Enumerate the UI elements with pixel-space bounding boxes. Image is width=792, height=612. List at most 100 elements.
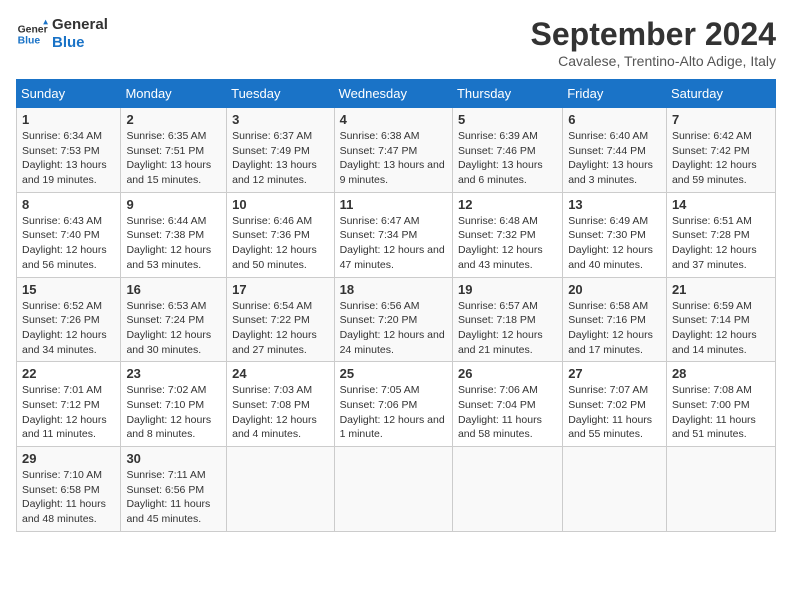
day-number: 27 <box>568 366 661 381</box>
calendar-week-5: 29 Sunrise: 7:10 AMSunset: 6:58 PMDaylig… <box>17 447 776 532</box>
cell-info: Sunrise: 7:08 AMSunset: 7:00 PMDaylight:… <box>672 384 756 440</box>
calendar-cell: 29 Sunrise: 7:10 AMSunset: 6:58 PMDaylig… <box>17 447 121 532</box>
day-number: 9 <box>126 197 221 212</box>
svg-text:Blue: Blue <box>18 36 41 47</box>
calendar-cell: 25 Sunrise: 7:05 AMSunset: 7:06 PMDaylig… <box>334 362 452 447</box>
calendar-cell <box>227 447 334 532</box>
cell-info: Sunrise: 7:07 AMSunset: 7:02 PMDaylight:… <box>568 384 652 440</box>
cell-info: Sunrise: 6:59 AMSunset: 7:14 PMDaylight:… <box>672 300 757 356</box>
calendar-cell: 28 Sunrise: 7:08 AMSunset: 7:00 PMDaylig… <box>666 362 775 447</box>
day-number: 25 <box>340 366 447 381</box>
calendar-week-3: 15 Sunrise: 6:52 AMSunset: 7:26 PMDaylig… <box>17 277 776 362</box>
calendar-cell <box>452 447 562 532</box>
cell-info: Sunrise: 6:53 AMSunset: 7:24 PMDaylight:… <box>126 300 211 356</box>
cell-info: Sunrise: 6:44 AMSunset: 7:38 PMDaylight:… <box>126 215 211 271</box>
calendar-cell <box>666 447 775 532</box>
calendar-cell: 16 Sunrise: 6:53 AMSunset: 7:24 PMDaylig… <box>121 277 227 362</box>
cell-info: Sunrise: 6:49 AMSunset: 7:30 PMDaylight:… <box>568 215 653 271</box>
calendar-cell: 22 Sunrise: 7:01 AMSunset: 7:12 PMDaylig… <box>17 362 121 447</box>
calendar-cell: 17 Sunrise: 6:54 AMSunset: 7:22 PMDaylig… <box>227 277 334 362</box>
cell-info: Sunrise: 7:11 AMSunset: 6:56 PMDaylight:… <box>126 469 210 525</box>
logo-text: General Blue <box>52 16 108 52</box>
day-number: 20 <box>568 282 661 297</box>
calendar-cell: 7 Sunrise: 6:42 AMSunset: 7:42 PMDayligh… <box>666 108 775 193</box>
calendar-cell: 14 Sunrise: 6:51 AMSunset: 7:28 PMDaylig… <box>666 192 775 277</box>
header-tuesday: Tuesday <box>227 80 334 108</box>
logo-icon: General Blue <box>16 18 48 50</box>
cell-info: Sunrise: 7:06 AMSunset: 7:04 PMDaylight:… <box>458 384 542 440</box>
cell-info: Sunrise: 6:39 AMSunset: 7:46 PMDaylight:… <box>458 130 543 186</box>
header-friday: Friday <box>563 80 667 108</box>
cell-info: Sunrise: 7:01 AMSunset: 7:12 PMDaylight:… <box>22 384 107 440</box>
cell-info: Sunrise: 6:57 AMSunset: 7:18 PMDaylight:… <box>458 300 543 356</box>
day-number: 18 <box>340 282 447 297</box>
cell-info: Sunrise: 6:54 AMSunset: 7:22 PMDaylight:… <box>232 300 317 356</box>
calendar-cell: 10 Sunrise: 6:46 AMSunset: 7:36 PMDaylig… <box>227 192 334 277</box>
calendar-table: Sunday Monday Tuesday Wednesday Thursday… <box>16 79 776 532</box>
day-number: 23 <box>126 366 221 381</box>
page-header: General Blue General Blue September 2024… <box>16 16 776 69</box>
day-number: 14 <box>672 197 770 212</box>
day-number: 24 <box>232 366 328 381</box>
day-number: 13 <box>568 197 661 212</box>
location-subtitle: Cavalese, Trentino-Alto Adige, Italy <box>531 53 776 69</box>
day-number: 5 <box>458 112 557 127</box>
calendar-cell: 18 Sunrise: 6:56 AMSunset: 7:20 PMDaylig… <box>334 277 452 362</box>
calendar-cell <box>334 447 452 532</box>
day-number: 4 <box>340 112 447 127</box>
cell-info: Sunrise: 6:48 AMSunset: 7:32 PMDaylight:… <box>458 215 543 271</box>
day-number: 1 <box>22 112 115 127</box>
day-number: 22 <box>22 366 115 381</box>
cell-info: Sunrise: 6:51 AMSunset: 7:28 PMDaylight:… <box>672 215 757 271</box>
cell-info: Sunrise: 6:42 AMSunset: 7:42 PMDaylight:… <box>672 130 757 186</box>
cell-info: Sunrise: 6:38 AMSunset: 7:47 PMDaylight:… <box>340 130 445 186</box>
month-title: September 2024 <box>531 16 776 53</box>
cell-info: Sunrise: 6:52 AMSunset: 7:26 PMDaylight:… <box>22 300 107 356</box>
day-number: 29 <box>22 451 115 466</box>
calendar-cell: 12 Sunrise: 6:48 AMSunset: 7:32 PMDaylig… <box>452 192 562 277</box>
cell-info: Sunrise: 6:47 AMSunset: 7:34 PMDaylight:… <box>340 215 445 271</box>
calendar-cell: 15 Sunrise: 6:52 AMSunset: 7:26 PMDaylig… <box>17 277 121 362</box>
day-number: 2 <box>126 112 221 127</box>
calendar-cell: 24 Sunrise: 7:03 AMSunset: 7:08 PMDaylig… <box>227 362 334 447</box>
calendar-cell: 21 Sunrise: 6:59 AMSunset: 7:14 PMDaylig… <box>666 277 775 362</box>
day-number: 6 <box>568 112 661 127</box>
calendar-cell: 9 Sunrise: 6:44 AMSunset: 7:38 PMDayligh… <box>121 192 227 277</box>
cell-info: Sunrise: 6:40 AMSunset: 7:44 PMDaylight:… <box>568 130 653 186</box>
calendar-week-2: 8 Sunrise: 6:43 AMSunset: 7:40 PMDayligh… <box>17 192 776 277</box>
calendar-cell: 13 Sunrise: 6:49 AMSunset: 7:30 PMDaylig… <box>563 192 667 277</box>
calendar-cell: 1 Sunrise: 6:34 AMSunset: 7:53 PMDayligh… <box>17 108 121 193</box>
cell-info: Sunrise: 6:56 AMSunset: 7:20 PMDaylight:… <box>340 300 445 356</box>
calendar-cell: 20 Sunrise: 6:58 AMSunset: 7:16 PMDaylig… <box>563 277 667 362</box>
calendar-cell: 30 Sunrise: 7:11 AMSunset: 6:56 PMDaylig… <box>121 447 227 532</box>
day-number: 12 <box>458 197 557 212</box>
cell-info: Sunrise: 7:10 AMSunset: 6:58 PMDaylight:… <box>22 469 106 525</box>
calendar-cell: 5 Sunrise: 6:39 AMSunset: 7:46 PMDayligh… <box>452 108 562 193</box>
day-number: 15 <box>22 282 115 297</box>
header-row: Sunday Monday Tuesday Wednesday Thursday… <box>17 80 776 108</box>
day-number: 11 <box>340 197 447 212</box>
calendar-cell: 11 Sunrise: 6:47 AMSunset: 7:34 PMDaylig… <box>334 192 452 277</box>
calendar-week-4: 22 Sunrise: 7:01 AMSunset: 7:12 PMDaylig… <box>17 362 776 447</box>
day-number: 26 <box>458 366 557 381</box>
header-saturday: Saturday <box>666 80 775 108</box>
logo: General Blue General Blue <box>16 16 108 52</box>
day-number: 17 <box>232 282 328 297</box>
calendar-cell: 6 Sunrise: 6:40 AMSunset: 7:44 PMDayligh… <box>563 108 667 193</box>
day-number: 21 <box>672 282 770 297</box>
calendar-cell: 4 Sunrise: 6:38 AMSunset: 7:47 PMDayligh… <box>334 108 452 193</box>
cell-info: Sunrise: 7:02 AMSunset: 7:10 PMDaylight:… <box>126 384 211 440</box>
svg-text:General: General <box>18 24 48 35</box>
cell-info: Sunrise: 6:35 AMSunset: 7:51 PMDaylight:… <box>126 130 211 186</box>
header-sunday: Sunday <box>17 80 121 108</box>
day-number: 28 <box>672 366 770 381</box>
day-number: 3 <box>232 112 328 127</box>
header-wednesday: Wednesday <box>334 80 452 108</box>
cell-info: Sunrise: 6:43 AMSunset: 7:40 PMDaylight:… <box>22 215 107 271</box>
day-number: 10 <box>232 197 328 212</box>
title-block: September 2024 Cavalese, Trentino-Alto A… <box>531 16 776 69</box>
day-number: 30 <box>126 451 221 466</box>
day-number: 19 <box>458 282 557 297</box>
calendar-cell <box>563 447 667 532</box>
header-monday: Monday <box>121 80 227 108</box>
